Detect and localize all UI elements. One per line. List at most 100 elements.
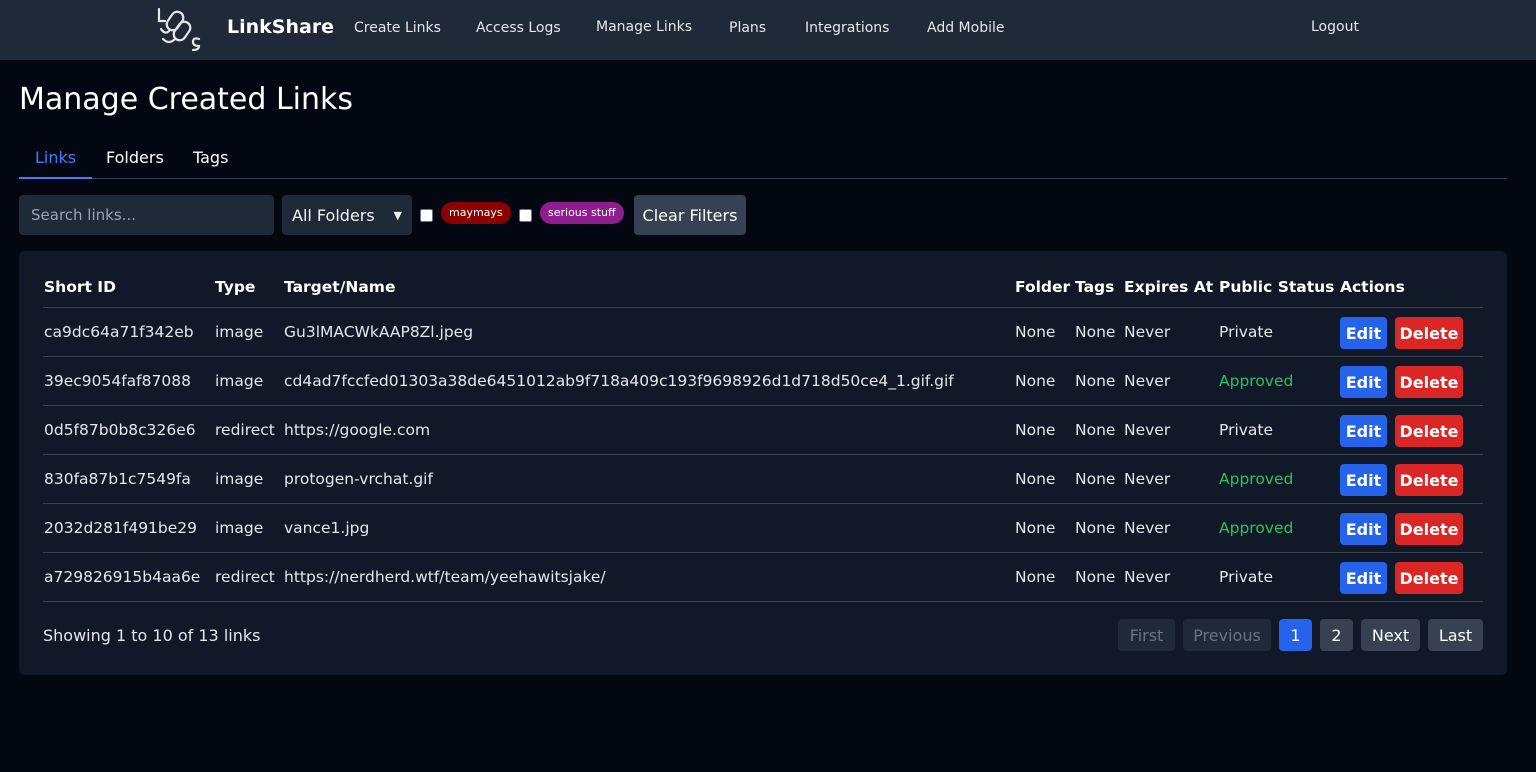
cell-tags: None <box>1075 568 1116 586</box>
tab-folders[interactable]: Folders <box>90 138 180 179</box>
cell-target: vance1.jpg <box>284 519 370 537</box>
cell-type: image <box>215 323 264 341</box>
cell-target: https://nerdherd.wtf/team/yeehawitsjake/ <box>284 568 606 586</box>
nav-plans[interactable]: Plans <box>729 20 766 36</box>
cell-type: image <box>215 519 264 537</box>
delete-button[interactable]: Delete <box>1395 562 1463 594</box>
nav-create-links[interactable]: Create Links <box>354 20 441 36</box>
tag-badge-maymays: maymays <box>441 202 511 224</box>
folder-select[interactable]: All Folders ▼ <box>282 195 412 235</box>
cell-type: redirect <box>215 568 275 586</box>
cell-target: Gu3lMACWkAAP8Zl.jpeg <box>284 323 474 341</box>
tag-filter-checkbox-maymays[interactable] <box>420 209 433 222</box>
chevron-down-icon: ▼ <box>393 208 402 222</box>
nav-integrations[interactable]: Integrations <box>805 20 889 36</box>
cell-expires: Never <box>1124 421 1171 439</box>
edit-button[interactable]: Edit <box>1340 562 1387 594</box>
search-input[interactable] <box>19 195 274 235</box>
col-header-expires: Expires At <box>1124 278 1214 296</box>
cell-target: https://google.com <box>284 421 431 439</box>
cell-public-status: Approved <box>1219 372 1294 390</box>
table-row: ca9dc64a71f342eb image Gu3lMACWkAAP8Zl.jpe… <box>43 308 1483 357</box>
table-row: 2032d281f491be29 image vance1.jpg None None N… <box>43 504 1483 553</box>
edit-button[interactable]: Edit <box>1340 317 1387 349</box>
navbar: LinkShare Create Links Access Logs Manag… <box>0 0 1536 60</box>
logout-link[interactable]: Logout <box>1311 19 1359 35</box>
cell-expires: Never <box>1124 519 1171 537</box>
cell-folder: None <box>1015 421 1056 439</box>
col-header-short-id: Short ID <box>44 278 116 296</box>
folder-select-value: All Folders <box>292 205 375 225</box>
cell-short-id: a729826915b4aa6e <box>44 568 201 586</box>
pagination-last-button[interactable]: Last <box>1428 619 1483 651</box>
cell-folder: None <box>1015 372 1056 390</box>
cell-tags: None <box>1075 323 1116 341</box>
cell-folder: None <box>1015 519 1056 537</box>
tab-links[interactable]: Links <box>19 138 93 179</box>
cell-expires: Never <box>1124 470 1171 488</box>
cell-public-status: Approved <box>1219 470 1294 488</box>
page-title: Manage Created Links <box>19 82 354 117</box>
col-header-public-status: Public Status <box>1219 278 1335 296</box>
tag-filter-checkbox-serious-stuff[interactable] <box>519 209 532 222</box>
table-row: 0d5f87b0b8c326e6 redirect https://google.c… <box>43 406 1483 455</box>
cell-tags: None <box>1075 372 1116 390</box>
cell-folder: None <box>1015 470 1056 488</box>
brand-name[interactable]: LinkShare <box>227 16 334 38</box>
cell-expires: Never <box>1124 372 1171 390</box>
delete-button[interactable]: Delete <box>1395 317 1463 349</box>
pagination-page-2[interactable]: 2 <box>1320 619 1353 651</box>
cell-public-status: Private <box>1219 568 1274 586</box>
cell-type: image <box>215 470 264 488</box>
tag-badge-serious-stuff: serious stuff <box>540 202 624 224</box>
cell-short-id: ca9dc64a71f342eb <box>44 323 194 341</box>
col-header-target: Target/Name <box>284 278 396 296</box>
cell-tags: None <box>1075 470 1116 488</box>
cell-target: protogen-vrchat.gif <box>284 470 433 488</box>
nav-add-mobile[interactable]: Add Mobile <box>927 20 1004 36</box>
pagination-first-button[interactable]: First <box>1118 619 1175 651</box>
cell-expires: Never <box>1124 568 1171 586</box>
delete-button[interactable]: Delete <box>1395 513 1463 545</box>
pagination-previous-button[interactable]: Previous <box>1183 619 1271 651</box>
delete-button[interactable]: Delete <box>1395 415 1463 447</box>
tab-bar: Links Folders Tags <box>19 138 1507 179</box>
cell-short-id: 2032d281f491be29 <box>44 519 198 537</box>
clear-filters-button[interactable]: Clear Filters <box>634 195 746 235</box>
col-header-type: Type <box>215 278 256 296</box>
pagination-summary: Showing 1 to 10 of 13 links <box>43 626 261 645</box>
table-row: 39ec9054faf87088 image cd4ad7fccfed01303a3… <box>43 357 1483 406</box>
pagination-page-1[interactable]: 1 <box>1279 619 1312 651</box>
edit-button[interactable]: Edit <box>1340 415 1387 447</box>
cell-short-id: 39ec9054faf87088 <box>44 372 191 390</box>
chain-link-logo-icon[interactable] <box>155 5 203 51</box>
nav-manage-links[interactable]: Manage Links <box>596 19 692 35</box>
cell-short-id: 830fa87b1c7549fa <box>44 470 191 488</box>
links-table-card: Short ID Type Target/Name Folder Tags Ex… <box>19 251 1507 675</box>
table-row: 830fa87b1c7549fa image protogen-vrchat.gif… <box>43 455 1483 504</box>
col-header-actions: Actions <box>1340 278 1405 296</box>
cell-public-status: Approved <box>1219 519 1294 537</box>
cell-type: redirect <box>215 421 275 439</box>
cell-folder: None <box>1015 323 1056 341</box>
table-row: a729826915b4aa6e redirect https://nerdherd… <box>43 553 1483 602</box>
col-header-folder: Folder <box>1015 278 1071 296</box>
cell-public-status: Private <box>1219 323 1274 341</box>
edit-button[interactable]: Edit <box>1340 464 1387 496</box>
delete-button[interactable]: Delete <box>1395 464 1463 496</box>
cell-tags: None <box>1075 519 1116 537</box>
nav-access-logs[interactable]: Access Logs <box>476 20 561 36</box>
cell-folder: None <box>1015 568 1056 586</box>
pagination-next-button[interactable]: Next <box>1361 619 1420 651</box>
delete-button[interactable]: Delete <box>1395 366 1463 398</box>
col-header-tags: Tags <box>1075 278 1115 296</box>
cell-short-id: 0d5f87b0b8c326e6 <box>44 421 196 439</box>
cell-tags: None <box>1075 421 1116 439</box>
tab-tags[interactable]: Tags <box>177 138 244 179</box>
cell-target: cd4ad7fccfed01303a38de6451012ab9f718a409… <box>284 372 954 390</box>
edit-button[interactable]: Edit <box>1340 513 1387 545</box>
cell-public-status: Private <box>1219 421 1274 439</box>
cell-expires: Never <box>1124 323 1171 341</box>
edit-button[interactable]: Edit <box>1340 366 1387 398</box>
cell-type: image <box>215 372 264 390</box>
